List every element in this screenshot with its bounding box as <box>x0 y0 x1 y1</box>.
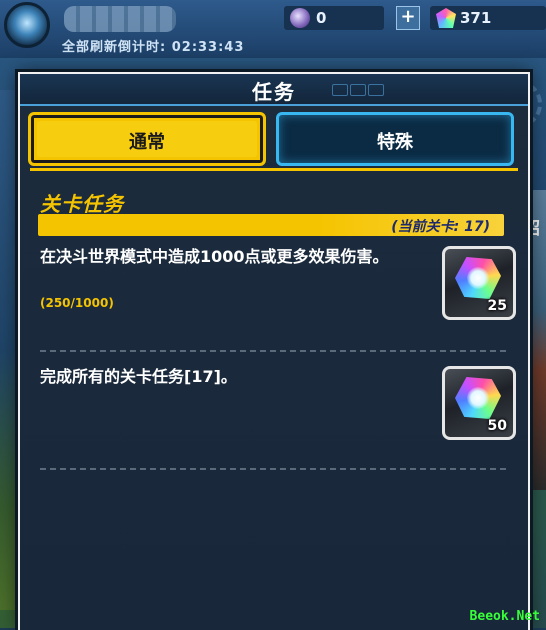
tab-normal[interactable]: 通常 <box>28 112 266 166</box>
orb-counter: 0 <box>284 6 384 30</box>
gem-shine <box>467 387 489 409</box>
add-gems-button[interactable]: + <box>396 6 420 30</box>
mission-divider <box>40 350 506 352</box>
mission-item: 在决斗世界模式中造成1000点或更多效果伤害。 (250/1000) 25 <box>40 246 516 336</box>
gem-icon <box>436 8 456 28</box>
current-stage-label: (当前关卡: 17) <box>391 219 490 235</box>
player-avatar-icon[interactable] <box>4 2 50 48</box>
orb-count: 0 <box>316 9 327 27</box>
watermark: Beeok.Net <box>469 609 540 624</box>
gem-shine <box>467 267 489 289</box>
section-title: 关卡任务 <box>40 192 124 216</box>
reward-box[interactable]: 50 <box>442 366 516 440</box>
background-scene-left <box>0 90 20 610</box>
current-stage-bar: (当前关卡: 17) <box>38 214 504 236</box>
tab-normal-label: 通常 <box>129 132 165 153</box>
panel-title: 任务 <box>252 80 296 104</box>
orb-icon <box>290 8 310 28</box>
mission-panel: 任务 通常 特殊 关卡任务 (当前关卡: 17) 在决斗世界模式中造成1000点… <box>18 72 530 630</box>
tab-special[interactable]: 特殊 <box>276 112 514 166</box>
mission-description: 完成所有的关卡任务[17]。 <box>40 367 237 386</box>
mission-progress: (250/1000) <box>40 296 114 310</box>
mission-divider <box>40 468 506 470</box>
gem-count: 371 <box>460 9 492 27</box>
tab-special-label: 特殊 <box>377 132 413 153</box>
tab-underline <box>30 168 518 171</box>
reward-count: 50 <box>487 418 507 434</box>
player-name-blurred <box>64 6 176 32</box>
panel-title-bar: 任务 <box>20 74 528 106</box>
mission-item: 完成所有的关卡任务[17]。 50 <box>40 366 516 456</box>
mission-description: 在决斗世界模式中造成1000点或更多效果伤害。 <box>40 247 389 266</box>
gem-counter: 371 <box>430 6 546 30</box>
top-bar: 全部刷新倒计时: 02:33:43 0 + 371 <box>0 0 546 58</box>
refresh-countdown: 全部刷新倒计时: 02:33:43 <box>62 40 245 55</box>
reward-box[interactable]: 25 <box>442 246 516 320</box>
reward-count: 25 <box>487 298 507 314</box>
